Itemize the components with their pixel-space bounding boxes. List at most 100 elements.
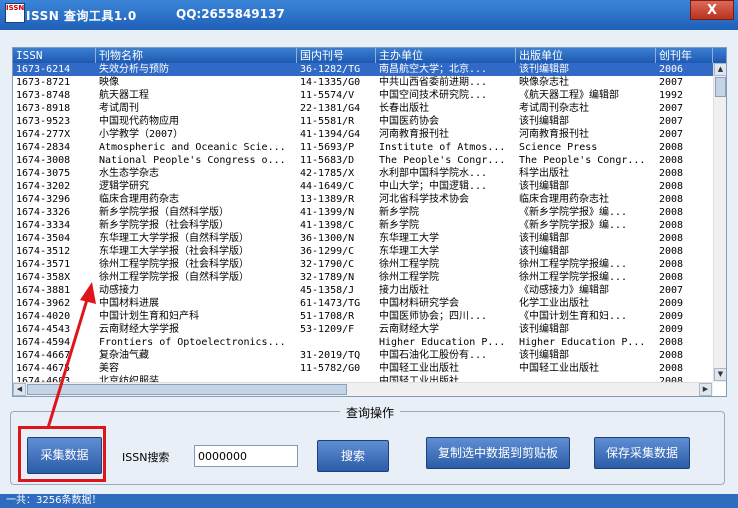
table-row[interactable]: 1674-3075 水生态学杂志 42-1785/X 水利部中国科学院水... 科学出版… (13, 167, 713, 180)
table-cell: 《新乡学院学报》编... (519, 207, 628, 218)
table-cell: 32-1790/C (300, 259, 355, 270)
table-row[interactable]: 1674-3326 新乡学院学报（自然科学版） 41-1399/N 新乡学院 《新乡学院… (13, 206, 713, 219)
table-cell: 东华理工大学 (379, 246, 439, 257)
scroll-down-icon[interactable]: ▼ (714, 368, 726, 381)
table-row[interactable]: 1674-4020 中国计划生育和妇产科 51-1708/R 中国医师协会；四川...… (13, 310, 713, 323)
table-row[interactable]: 1674-4675 美容 11-5782/G0 中国轻工业出版社 中国轻工业出版社 200… (13, 362, 713, 375)
table-cell: 逻辑学研究 (99, 181, 149, 192)
table-cell: 36-1282/TG (300, 64, 361, 75)
app-logo-icon: ISSN (5, 3, 25, 23)
table-row[interactable]: 1673-9523 中国现代药物应用 11-5581/R 中国医药协会 该刊编辑部 200… (13, 115, 713, 128)
save-data-button[interactable]: 保存采集数据 (594, 437, 690, 469)
table-cell: 科学出版社 (519, 168, 569, 179)
table-cell: Science Press (519, 142, 598, 153)
table-cell: 水生态学杂志 (99, 168, 159, 179)
table-cell: 考试周刊杂志社 (519, 103, 589, 114)
vertical-scrollbar[interactable]: ▲ ▼ (713, 63, 726, 382)
copy-selected-button[interactable]: 复制选中数据到剪贴板 (426, 437, 570, 469)
table-cell: 32-1789/N (300, 272, 355, 283)
table-cell: 1674-3571 (16, 259, 71, 270)
horizontal-scrollbar[interactable]: ◀ ▶ (13, 382, 713, 396)
table-row[interactable]: 1674-4543 云南财经大学学报 53-1209/F 云南财经大学 该刊编辑部 200… (13, 323, 713, 336)
table-row[interactable]: 1674-3504 东华理工大学学报（自然科学版） 36-1300/N 东华理工大学 该… (13, 232, 713, 245)
window-title: ISSN 查询工具1.0 (26, 9, 137, 23)
table-cell: 41-1398/C (300, 220, 355, 231)
column-header[interactable]: 国内刊号 (297, 48, 376, 63)
table-row[interactable]: 1674-3962 中国材料进展 61-1473/TG 中国材料研究学会 化学工业出版社… (13, 297, 713, 310)
table-cell: 41-1394/G4 (300, 129, 361, 140)
issn-search-input[interactable] (194, 445, 298, 467)
scroll-left-icon[interactable]: ◀ (13, 383, 26, 396)
table-cell: 2008 (659, 220, 684, 231)
table-cell: 长春出版社 (379, 103, 429, 114)
column-header[interactable]: 主办单位 (376, 48, 516, 63)
table-cell (297, 375, 376, 382)
data-grid[interactable]: ISSN 刊物名称 国内刊号 主办单位 出版单位 创刊年 1673-6214 失效分析与预防… (12, 47, 727, 397)
table-cell (297, 336, 376, 349)
table-cell: The People's Congr... (379, 155, 506, 166)
search-button[interactable]: 搜索 (317, 440, 389, 472)
table-cell: 该刊编辑部 (519, 181, 569, 192)
table-row[interactable]: 1674-3881 动感接力 45-1358/J 接力出版社 《动感接力》编辑部 2007 (13, 284, 713, 297)
table-row[interactable]: 1674-358X 徐州工程学院学报（自然科学版） 32-1789/N 徐州工程学院 徐… (13, 271, 713, 284)
vertical-scroll-thumb[interactable] (715, 77, 726, 97)
table-row[interactable]: 1674-3296 临床合理用药杂志 13-1389/R 河北省科学技术协会 临床合理用… (13, 193, 713, 206)
table-cell: 北京纺织服装 (99, 376, 159, 382)
table-cell: Higher Education P... (519, 337, 646, 348)
table-cell: 水利部中国科学院水... (379, 168, 488, 179)
table-row[interactable]: 1673-8918 考试周刊 22-1381/G4 长春出版社 考试周刊杂志社 2007 (13, 102, 713, 115)
table-row[interactable]: 1673-8748 航天器工程 11-5574/V 中国空间技术研究院... 《航天器工… (13, 89, 713, 102)
table-row[interactable]: 1674-3008 National People's Congress o...… (13, 154, 713, 167)
column-header[interactable]: ISSN (13, 48, 96, 63)
table-cell: 2008 (659, 207, 684, 218)
table-cell: 36-1300/N (300, 233, 355, 244)
table-row[interactable]: 1673-8721 映像 14-1335/G0 中共山西省委前进期... 映像杂志社 20… (13, 76, 713, 89)
table-cell: 2008 (659, 376, 684, 382)
table-cell: 该刊编辑部 (519, 116, 569, 127)
table-cell: 14-1335/G0 (300, 77, 361, 88)
table-row[interactable]: 1674-3571 徐州工程学院学报（社会科学版） 32-1790/C 徐州工程学院 徐… (13, 258, 713, 271)
table-cell: 该刊编辑部 (519, 233, 569, 244)
table-row[interactable]: 1674-4667 复杂油气藏 31-2019/TQ 中国石油化工股份有... 该刊编辑… (13, 349, 713, 362)
table-cell: 小学教学（2007） (99, 129, 184, 140)
table-cell: 2008 (659, 363, 684, 374)
table-cell: 2008 (659, 142, 684, 153)
table-row[interactable]: 1674-2834 Atmospheric and Oceanic Scie...… (13, 141, 713, 154)
table-row[interactable]: 1674-4683 北京纺织服装 中国轻工业出版社 2008 (13, 375, 713, 382)
table-row[interactable]: 1674-277X 小学教学（2007） 41-1394/G4 河南教育报刊社 河南教育… (13, 128, 713, 141)
column-header[interactable]: 刊物名称 (96, 48, 297, 63)
table-cell: National People's Congress o... (99, 155, 286, 166)
table-cell: 2008 (659, 168, 684, 179)
table-cell: 1674-3202 (16, 181, 71, 192)
close-button[interactable]: X (690, 0, 734, 20)
horizontal-scroll-thumb[interactable] (27, 384, 347, 395)
table-cell: 36-1299/C (300, 246, 355, 257)
column-header[interactable]: 出版单位 (516, 48, 656, 63)
scroll-up-icon[interactable]: ▲ (714, 63, 726, 76)
table-row[interactable]: 1674-3202 逻辑学研究 44-1649/C 中山大学；中国逻辑... 该刊编辑部… (13, 180, 713, 193)
table-cell: Atmospheric and Oceanic Scie... (99, 142, 286, 153)
table-cell: 云南财经大学学报 (99, 324, 179, 335)
table-cell: 新乡学院学报（自然科学版） (99, 207, 229, 218)
table-row[interactable]: 1674-4594 Frontiers of Optoelectronics...… (13, 336, 713, 349)
table-row[interactable]: 1674-3512 东华理工大学学报（社会科学版） 36-1299/C 东华理工大学 该… (13, 245, 713, 258)
table-cell: 13-1389/R (300, 194, 355, 205)
table-cell: 中国医师协会；四川... (379, 311, 488, 322)
table-cell: 该刊编辑部 (519, 350, 569, 361)
table-cell: 1674-4683 (16, 376, 71, 382)
table-cell: 新乡学院学报（社会科学版） (99, 220, 229, 231)
table-cell: 2009 (659, 324, 684, 335)
grid-body: 1673-6214 失效分析与预防 36-1282/TG 南昌航空大学；北京... 该刊… (13, 63, 713, 382)
group-title: 查询操作 (340, 404, 401, 421)
table-cell: 45-1358/J (300, 285, 355, 296)
table-cell: 1674-358X (16, 272, 71, 283)
column-header[interactable]: 创刊年 (656, 48, 713, 63)
table-row[interactable]: 1673-6214 失效分析与预防 36-1282/TG 南昌航空大学；北京... 该刊… (13, 63, 713, 76)
table-cell: 53-1209/F (300, 324, 355, 335)
table-cell: 1674-2834 (16, 142, 71, 153)
table-cell: 中山大学；中国逻辑... (379, 181, 488, 192)
table-row[interactable]: 1674-3334 新乡学院学报（社会科学版） 41-1398/C 新乡学院 《新乡学院… (13, 219, 713, 232)
table-cell: 51-1708/R (300, 311, 355, 322)
scroll-right-icon[interactable]: ▶ (699, 383, 712, 396)
table-cell (516, 375, 656, 382)
